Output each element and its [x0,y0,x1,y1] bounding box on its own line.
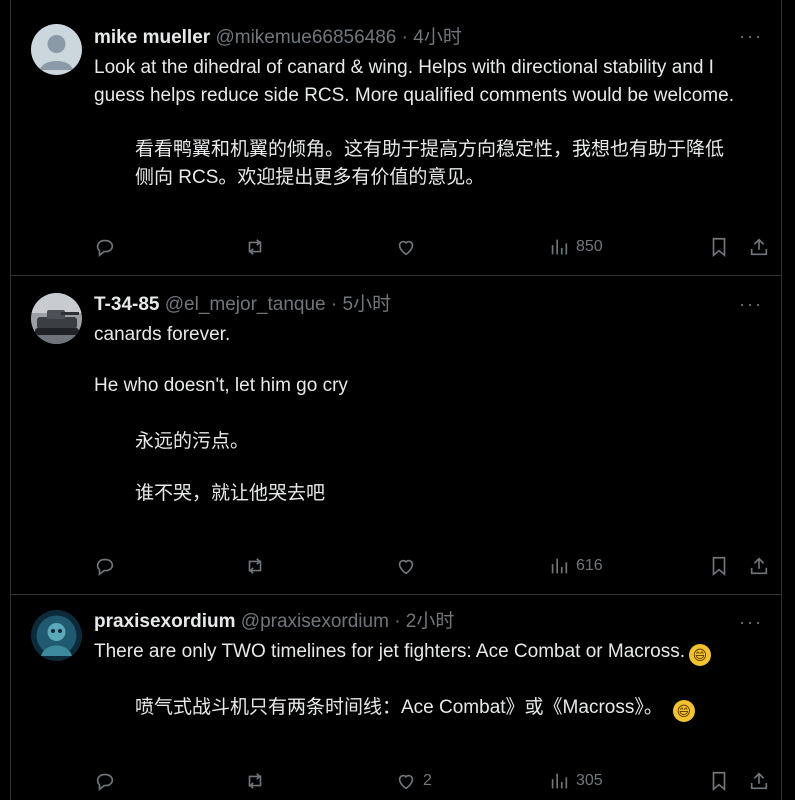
reply-icon [96,558,114,576]
timestamp[interactable]: 2小时 [406,611,455,632]
bookmark-icon [712,237,726,258]
user-handle[interactable]: @mikemue66856486 [215,27,396,48]
display-name[interactable]: mike mueller [94,27,210,48]
tweet-2[interactable]: T-34-85 @el_mejor_tanque · 5小时 ··· canar… [11,276,781,595]
tweet-text: There are only TWO timelines for jet fig… [94,638,766,666]
tweet-translation: 看看鸭翼和机翼的倾角。这有助于提高方向稳定性，我想也有助于降低侧向 RCS。欢迎… [135,139,725,188]
views-button[interactable]: 305 [548,767,603,795]
tweet-header: praxisexordium @praxisexordium · 2小时 [94,610,454,634]
reply-timeline: mike mueller @mikemue66856486 · 4小时 ··· … [10,0,782,800]
display-name[interactable]: praxisexordium [94,611,236,632]
like-button[interactable] [395,552,423,580]
separator: · [330,294,338,315]
user-handle[interactable]: @el_mejor_tanque [165,294,326,315]
tweet-text-body: There are only TWO timelines for jet fig… [94,641,685,662]
reply-button[interactable] [94,233,116,261]
bookmark-icon [712,556,726,577]
grin-emoji-icon: 😄 [688,644,711,666]
more-icon[interactable]: ··· [739,294,763,314]
action-bar: 616 [94,552,774,580]
action-bar: 2 305 [94,767,774,795]
retweet-button[interactable] [244,552,266,580]
separator: · [394,611,401,632]
retweet-button[interactable] [244,233,266,261]
tweet-translation-body: 喷气式战斗机只有两条时间线：Ace Combat》或《Macross》。 [135,697,663,718]
retweet-button[interactable] [244,767,266,795]
like-button[interactable]: 2 [395,767,432,795]
views-count: 305 [576,772,603,789]
more-icon[interactable]: ··· [739,26,763,46]
bookmark-button[interactable] [708,767,730,795]
share-icon [750,772,768,790]
reply-icon [96,239,114,257]
user-handle[interactable]: @praxisexordium [241,611,389,632]
tweet-text: Look at the dihedral of canard & wing. H… [94,57,734,106]
views-button[interactable]: 616 [548,552,603,580]
avatar[interactable] [31,610,82,661]
share-icon [750,557,768,575]
retweet-icon [248,773,262,789]
like-icon [398,240,414,256]
grin-emoji-icon: 😄 [672,700,695,722]
more-icon[interactable]: ··· [739,612,763,632]
tweet-header: mike mueller @mikemue66856486 · 4小时 [94,26,462,50]
bookmark-icon [712,771,726,792]
tweet-header: T-34-85 @el_mejor_tanque · 5小时 [94,293,391,317]
tweet-3[interactable]: praxisexordium @praxisexordium · 2小时 ···… [11,595,781,800]
views-icon [551,558,568,574]
timestamp[interactable]: 4小时 [413,27,462,48]
tweet-text-line-2: He who doesn't, let him go cry [94,375,348,396]
like-button[interactable] [395,233,423,261]
display-name[interactable]: T-34-85 [94,294,159,315]
retweet-icon [248,239,262,255]
separator: · [401,27,408,48]
tweet-1[interactable]: mike mueller @mikemue66856486 · 4小时 ··· … [11,0,781,276]
reply-button[interactable] [94,767,116,795]
avatar[interactable] [31,293,82,344]
avatar[interactable] [31,24,82,75]
views-count: 616 [576,557,603,574]
tweet-text-line-1: canards forever. [94,324,231,345]
views-count: 850 [576,238,603,255]
like-icon [398,559,414,575]
like-count: 2 [423,772,432,789]
views-icon [551,239,568,255]
reply-button[interactable] [94,552,116,580]
reply-icon [96,773,114,791]
tweet-translation-line-2: 谁不哭，就让他哭去吧 [135,483,326,504]
like-icon [398,774,414,790]
views-icon [551,773,568,789]
share-icon [750,238,768,256]
views-button[interactable]: 850 [548,233,603,261]
share-button[interactable] [748,233,770,261]
share-button[interactable] [748,767,770,795]
share-button[interactable] [748,552,770,580]
bookmark-button[interactable] [708,233,730,261]
tweet-translation-line-1: 永远的污点。 [135,431,250,452]
timestamp[interactable]: 5小时 [343,294,392,315]
bookmark-button[interactable] [708,552,730,580]
retweet-icon [248,558,262,574]
action-bar: 850 [94,233,774,261]
tweet-translation: 喷气式战斗机只有两条时间线：Ace Combat》或《Macross》。 😄 [135,694,735,722]
